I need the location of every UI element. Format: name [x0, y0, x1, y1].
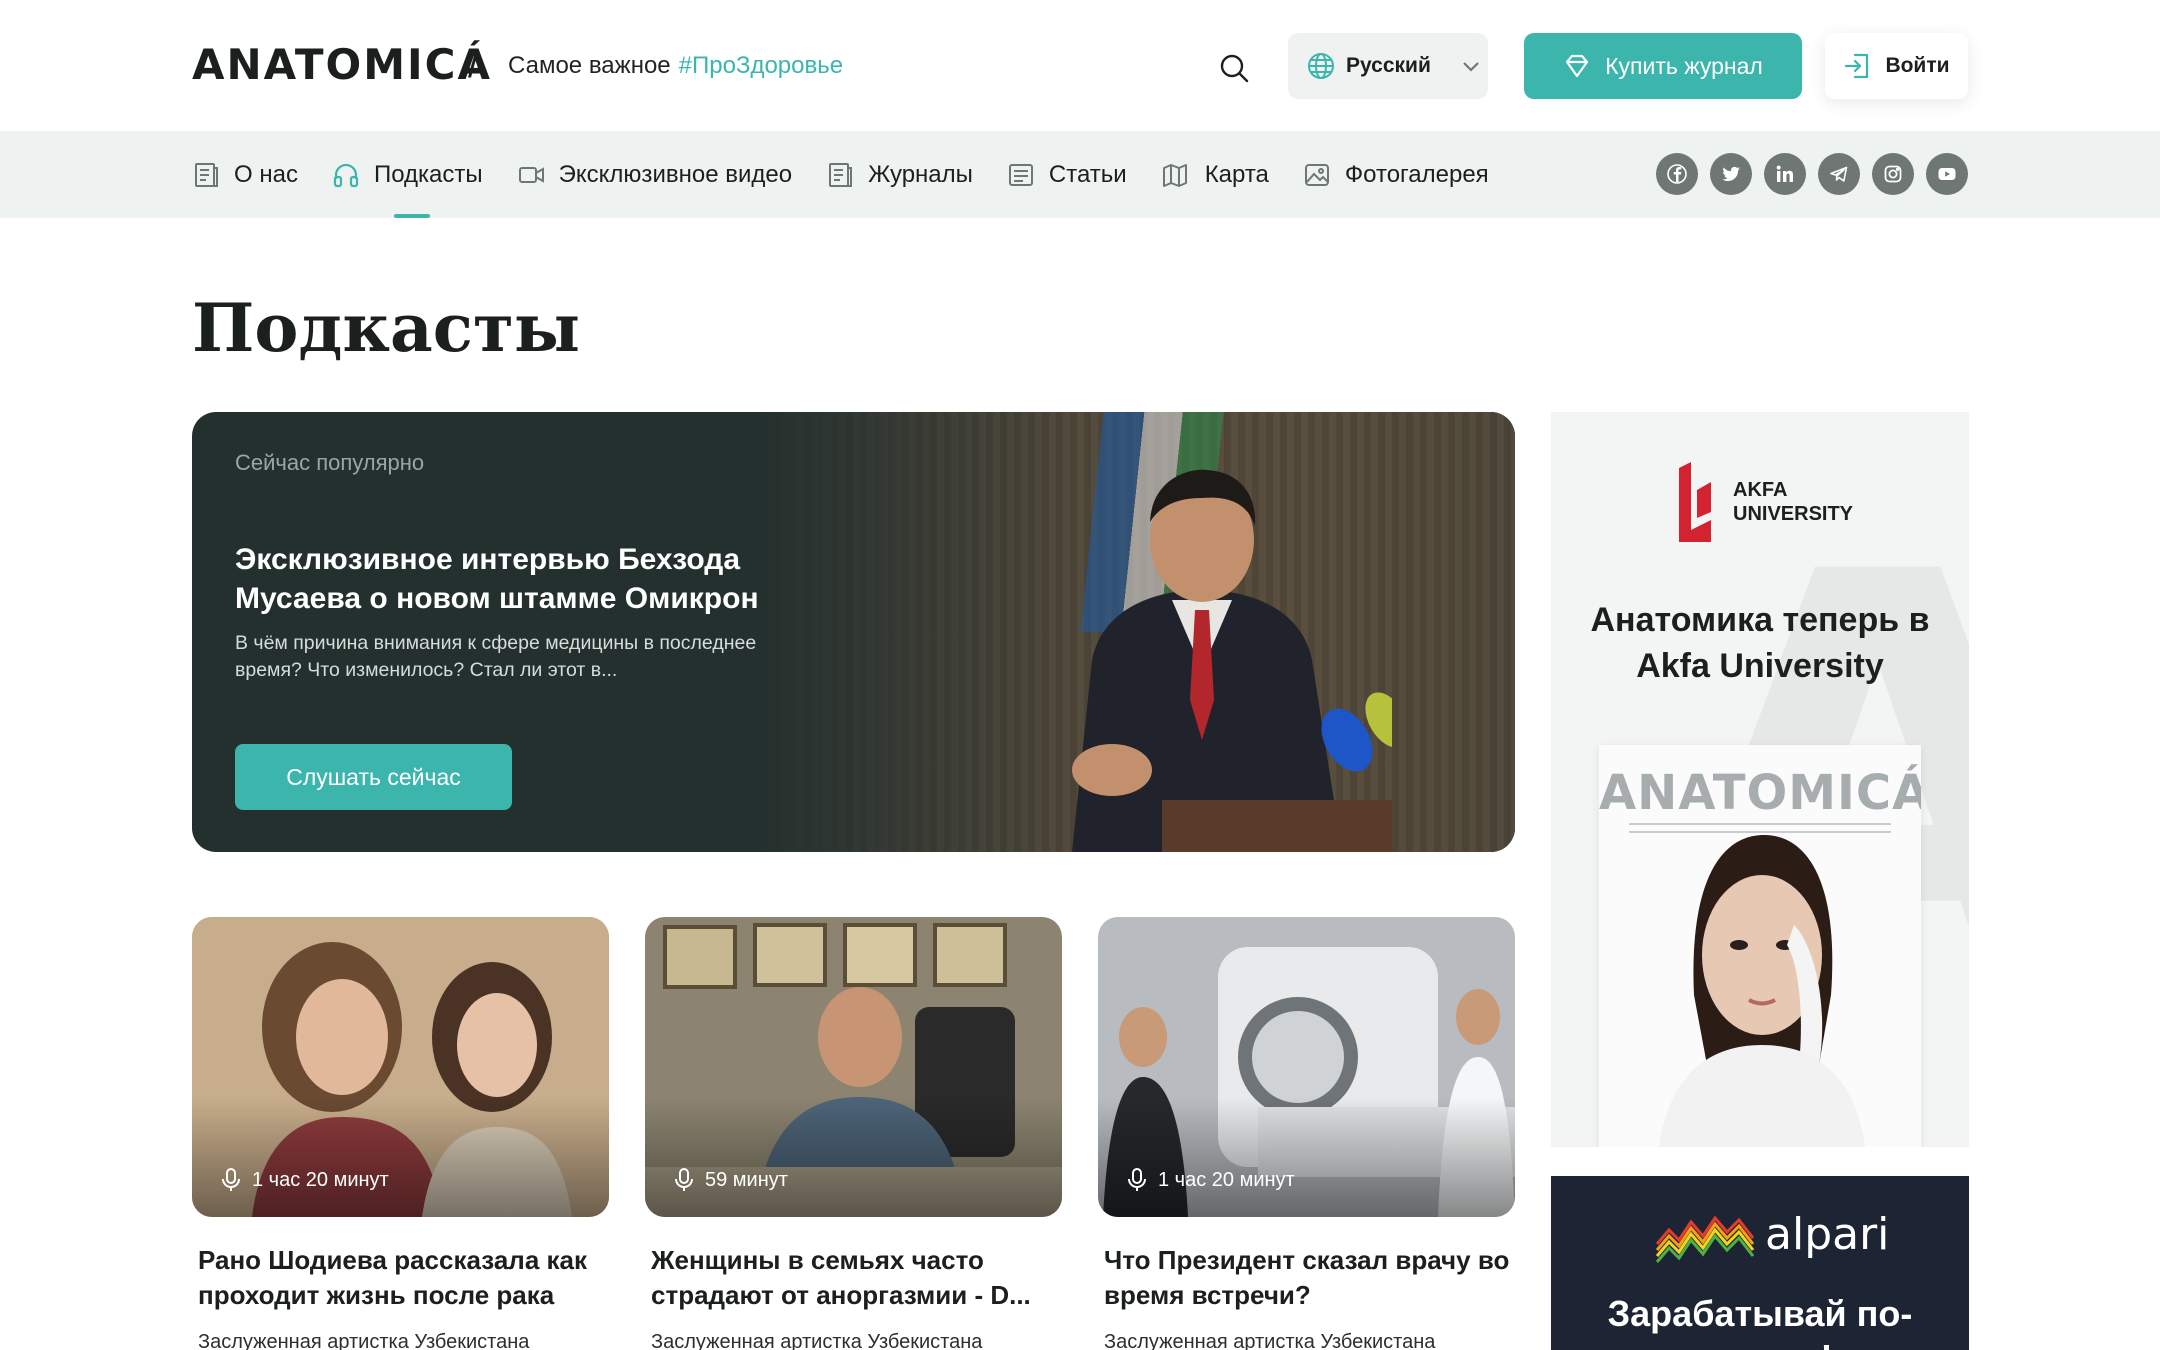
chevron-down-icon: [1463, 62, 1479, 72]
hashtag-link[interactable]: #ПроЗдоровье: [679, 52, 843, 79]
nav-label: Карта: [1204, 160, 1269, 188]
duration-label: 1 час 20 минут: [252, 1168, 389, 1191]
podcast-subtitle: Заслуженная артистка Узбекистана: [651, 1331, 983, 1350]
site-logo[interactable]: ANATOMICÁ: [192, 40, 492, 90]
podcast-thumbnail[interactable]: 59 минут: [645, 917, 1062, 1217]
duration-label: 59 минут: [705, 1168, 788, 1191]
microphone-icon: [222, 1168, 240, 1191]
duration-label: 1 час 20 минут: [1158, 1168, 1295, 1191]
podcast-card[interactable]: 1 час 20 минут Рано Шодиева рассказала к…: [192, 917, 609, 1350]
tagline: Самое важное #ПроЗдоровье: [508, 50, 843, 82]
headphones-icon: [333, 163, 359, 187]
tagline-text: Самое важное: [508, 52, 671, 79]
microphone-icon: [675, 1168, 693, 1191]
search-icon: [1220, 54, 1249, 83]
hero-title[interactable]: Эксклюзивное интервью Бехзода Мусаева о …: [235, 540, 795, 618]
duration: 1 час 20 минут: [1126, 1167, 1295, 1193]
podcast-thumbnail[interactable]: 1 час 20 минут: [192, 917, 609, 1217]
buy-magazine-button[interactable]: Купить журнал: [1524, 33, 1802, 99]
alpari-brand: alpari: [1765, 1208, 1890, 1260]
buy-magazine-label: Купить журнал: [1605, 52, 1763, 79]
listen-now-button[interactable]: Слушать сейчас: [235, 744, 512, 810]
telegram-icon[interactable]: [1818, 153, 1860, 195]
hero-description: В чём причина внимания к сфере медицины …: [235, 632, 757, 681]
image-icon: [1304, 163, 1329, 186]
document-icon: [195, 162, 218, 187]
podcast-title[interactable]: Женщины в семьях часто страдают от анорг…: [645, 1243, 1062, 1315]
page-title: Подкасты: [192, 289, 581, 367]
social-links: [1656, 153, 1968, 195]
duration: 1 час 20 минут: [220, 1167, 389, 1193]
nav-label: Эксклюзивное видео: [558, 160, 793, 188]
login-label: Войти: [1885, 54, 1950, 77]
alpari-logo: alpari: [1655, 1204, 1889, 1264]
globe-icon: [1308, 53, 1334, 79]
podcast-thumbnail[interactable]: 1 час 20 минут: [1098, 917, 1515, 1217]
facebook-icon[interactable]: [1656, 153, 1698, 195]
nav-item-podcasts[interactable]: Подкасты: [332, 131, 483, 218]
login-button[interactable]: Войти: [1825, 33, 1968, 99]
nav-label: Фотогалерея: [1344, 160, 1489, 188]
nav-label: Статьи: [1048, 160, 1127, 188]
duration: 59 минут: [673, 1167, 788, 1193]
akfa-brand-line2: UNIVERSITY: [1733, 503, 1854, 525]
nav-item-photo-gallery[interactable]: Фотогалерея: [1303, 131, 1489, 218]
logo-separator: /: [468, 44, 479, 86]
podcast-card[interactable]: 1 час 20 минут Что Президент сказал врач…: [1098, 917, 1515, 1350]
nav-item-about[interactable]: О нас: [192, 131, 298, 218]
instagram-icon[interactable]: [1872, 153, 1914, 195]
youtube-icon[interactable]: [1926, 153, 1968, 195]
site-header: ANATOMICÁ / Самое важное #ПроЗдоровье Рус…: [0, 0, 2160, 131]
nav-label: О нас: [234, 160, 298, 188]
nav-item-map[interactable]: Карта: [1161, 131, 1269, 218]
podcast-subtitle: Заслуженная артистка Узбекистана: [198, 1331, 530, 1350]
featured-podcast[interactable]: Сейчас популярно Эксклюзивное интервью Б…: [192, 412, 1515, 852]
hero-eyebrow: Сейчас популярно: [235, 450, 425, 475]
alpari-ad[interactable]: alpari Зарабатывай по-новому!: [1551, 1176, 1969, 1350]
alpari-ad-title: Зарабатывай по-новому!: [1607, 1293, 1913, 1350]
magazine-cover: ANATOMICÁ: [1599, 745, 1921, 1147]
language-label: Русский: [1346, 54, 1431, 77]
akfa-logo: AKFA UNIVERSITY: [1677, 460, 1853, 544]
podcast-title[interactable]: Рано Шодиева рассказала как проходит жиз…: [192, 1243, 609, 1315]
magazine-icon: [829, 162, 853, 187]
alpari-wave-icon: [1655, 1215, 1755, 1263]
main-nav: О нас Подкасты Эксклюзивное видео Журнал…: [0, 131, 2160, 218]
nav-item-articles[interactable]: Статьи: [1007, 131, 1127, 218]
search-button[interactable]: [1214, 48, 1254, 88]
microphone-icon: [1128, 1168, 1146, 1191]
linkedin-icon[interactable]: [1764, 153, 1806, 195]
video-camera-icon: [518, 166, 544, 183]
podcast-card[interactable]: 59 минут Женщины в семьях часто страдают…: [645, 917, 1062, 1350]
twitter-icon[interactable]: [1710, 153, 1752, 195]
diamond-icon: [1566, 54, 1589, 78]
login-icon: [1845, 53, 1869, 79]
akfa-shield-icon: [1679, 462, 1711, 542]
nav-item-magazines[interactable]: Журналы: [826, 131, 973, 218]
akfa-university-ad[interactable]: A AKFAUNIVERSITY Анатомика теперь в Akfa…: [1551, 412, 1969, 1147]
podcast-subtitle: Заслуженная артистка Узбекистана: [1104, 1331, 1436, 1350]
nav-label: Подкасты: [373, 160, 483, 188]
nav-label: Журналы: [868, 160, 973, 188]
nav-item-exclusive-video[interactable]: Эксклюзивное видео: [517, 131, 792, 218]
map-icon: [1162, 163, 1187, 187]
podcast-title[interactable]: Что Президент сказал врачу во время встр…: [1098, 1243, 1515, 1315]
language-select[interactable]: Русский: [1288, 33, 1488, 99]
article-icon: [1008, 163, 1033, 186]
akfa-brand-line1: AKFA: [1733, 479, 1788, 501]
akfa-ad-title: Анатомика теперь в Akfa University: [1590, 601, 1930, 685]
